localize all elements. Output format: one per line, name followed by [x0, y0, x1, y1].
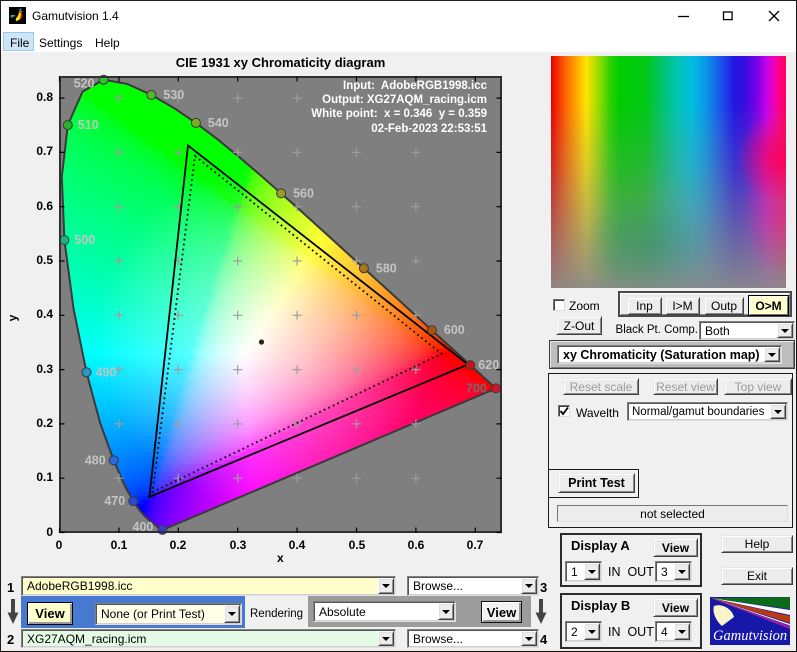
- svg-text:620: 620: [478, 358, 499, 372]
- svg-text:490: 490: [96, 365, 117, 379]
- svg-text:600: 600: [444, 323, 465, 337]
- svg-text:580: 580: [376, 261, 397, 275]
- svg-text:470: 470: [104, 494, 125, 508]
- svg-text:700: 700: [466, 381, 487, 395]
- svg-text:Gamutvision: Gamutvision: [713, 628, 787, 644]
- svg-text:500: 500: [74, 233, 95, 247]
- svg-text:560: 560: [293, 186, 314, 200]
- svg-text:530: 530: [163, 88, 184, 102]
- svg-text:480: 480: [85, 453, 106, 467]
- svg-text:510: 510: [78, 118, 99, 132]
- svg-text:520: 520: [74, 77, 95, 91]
